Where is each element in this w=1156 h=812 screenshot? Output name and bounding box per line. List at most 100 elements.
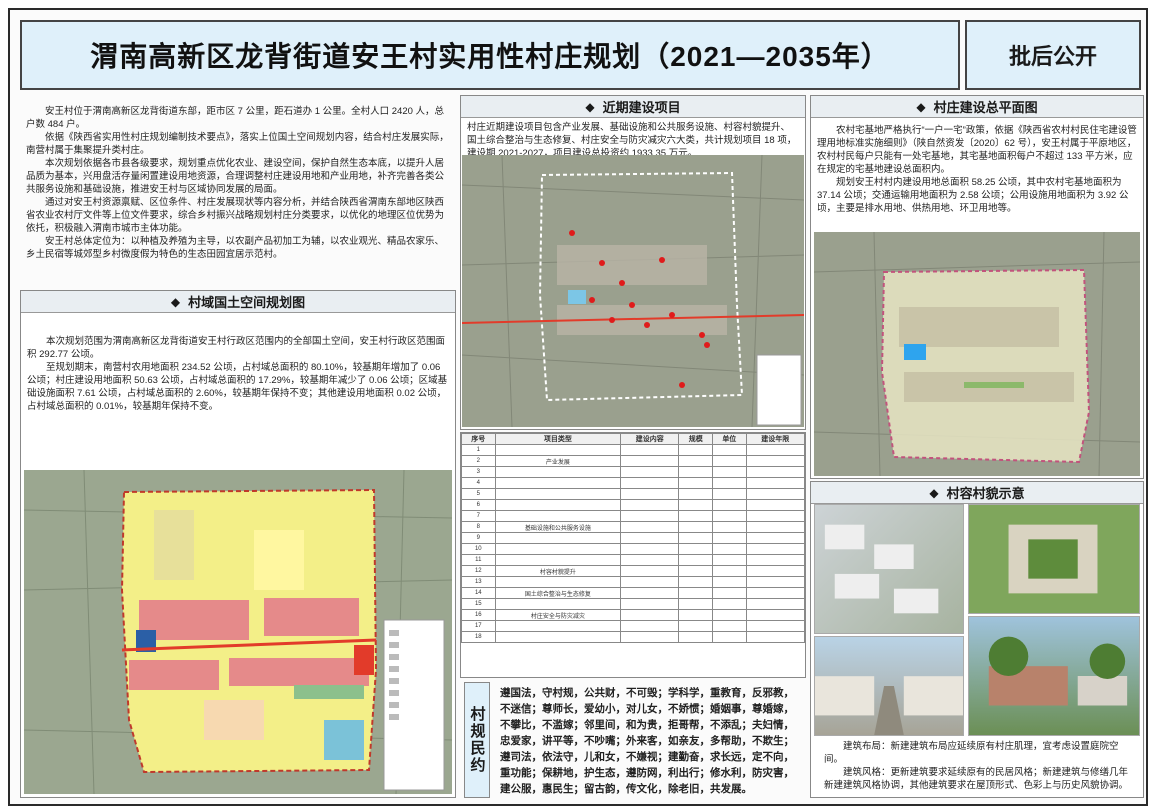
table-header: 单位 [712, 433, 747, 445]
table-row: 12 村容村貌提升 [461, 565, 805, 577]
table-cell [494, 477, 622, 489]
table-cell [494, 532, 622, 544]
land-use-map [24, 470, 452, 794]
table-header: 建设年限 [745, 433, 805, 445]
appearance-photo-street [814, 636, 964, 736]
table-row: 10 [461, 543, 805, 555]
arrow-icon: ◆ [916, 99, 926, 114]
layout-para-1: 农村宅基地严格执行“一户一宅”政策，依据《陕西省农村村民住宅建设管理用地标准实施… [817, 125, 1137, 175]
table-cell [745, 620, 805, 632]
table-row: 4 [461, 477, 805, 489]
table-header: 建设内容 [620, 433, 680, 445]
table-row: 6 [461, 499, 805, 511]
table-cell: 13 [461, 576, 496, 588]
table-cell [620, 499, 680, 511]
table-row: 1 [461, 444, 805, 456]
table-row: 5 [461, 488, 805, 500]
table-cell [678, 488, 714, 500]
layout-plan-map [814, 232, 1140, 476]
intro-para-4: 通过对安王村资源禀赋、区位条件、村庄发展现状等内容分析，并结合陕西省渭南东部地区… [26, 197, 445, 234]
appearance-text: 建筑布局：新建建筑布局应延续原有村庄肌理，宜考虑设置庭院空间。 建筑风格：更新建… [814, 738, 1140, 796]
land-para-1: 本次规划范围为渭南高新区龙背街道安王村行政区范围内的全部国土空间，安王村行政区范… [27, 336, 446, 360]
table-cell [678, 499, 714, 511]
table-cell: 3 [461, 466, 496, 478]
table-cell: 国土综合整治与生态修复 [494, 587, 622, 599]
table-cell [745, 444, 805, 456]
table-cell [620, 455, 680, 467]
table-cell [678, 543, 714, 555]
table-cell [745, 477, 805, 489]
table-cell [678, 598, 714, 610]
table-cell [745, 510, 805, 522]
arrow-icon: ◆ [170, 294, 181, 309]
table-cell [678, 576, 714, 588]
layout-heading: ◆ 村庄建设总平面图 [811, 96, 1143, 118]
table-header: 规模 [678, 433, 714, 445]
table-cell [678, 631, 714, 643]
table-cell [620, 521, 680, 533]
appearance-photo-aerial [814, 504, 964, 634]
table-cell [620, 609, 680, 621]
table-header: 序号 [461, 433, 496, 445]
table-cell: 5 [461, 488, 496, 500]
appearance-para-1: 建筑布局：新建建筑布局应延续原有村庄肌理，宜考虑设置庭院空间。 [824, 741, 1119, 765]
table-cell: 14 [461, 587, 496, 599]
table-cell [494, 499, 622, 511]
intro-para-5: 安王村总体定位为：以种植及养殖为主导，以农副产品初加工为辅，以农业观光、精品农家… [26, 236, 445, 260]
table-cell: 11 [461, 554, 496, 566]
recent-heading: ◆ 近期建设项目 [461, 96, 805, 118]
table-cell [745, 543, 805, 555]
table-cell [620, 543, 680, 555]
appearance-para-2: 建筑风格：更新建筑要求延续原有的民居风格；新建建筑与修缮几年新建建筑风格协调，其… [824, 767, 1129, 791]
table-cell: 18 [461, 631, 496, 643]
table-cell: 村庄安全与防灾减灾 [494, 609, 622, 621]
arrow-icon: ◆ [929, 485, 939, 500]
table-row: 17 [461, 620, 805, 632]
table-cell: 1 [461, 444, 496, 456]
table-cell [620, 488, 680, 500]
table-cell: 2 [461, 455, 496, 467]
table-cell [745, 565, 805, 577]
table-row: 14 国土综合整治与生态修复 [461, 587, 805, 599]
table-cell: 10 [461, 543, 496, 555]
table-cell [712, 444, 747, 456]
table-cell [678, 455, 714, 467]
table-cell [620, 444, 680, 456]
table-cell: 产业发展 [494, 455, 622, 467]
table-cell [620, 565, 680, 577]
table-row: 15 [461, 598, 805, 610]
table-cell [494, 444, 622, 456]
table-cell [620, 631, 680, 643]
intro-para-1: 安王村位于渭南高新区龙背街道东部，距市区 7 公里，距石道办 1 公里。全村人口… [26, 106, 445, 130]
table-cell [678, 444, 714, 456]
table-row: 11 [461, 554, 805, 566]
table-cell [620, 466, 680, 478]
table-cell: 村容村貌提升 [494, 565, 622, 577]
page-title: 渭南高新区龙背街道安王村实用性村庄规划（2021—2035年） [90, 41, 890, 72]
table-cell: 基础设施和公共服务设施 [494, 521, 622, 533]
table-header: 项目类型 [494, 433, 622, 445]
table-cell [678, 565, 714, 577]
table-cell [678, 521, 714, 533]
table-cell [494, 576, 622, 588]
table-cell [712, 477, 747, 489]
table-cell [712, 521, 747, 533]
table-row: 18 [461, 631, 805, 643]
projects-table: 序号 项目类型 建设内容 规模 单位 建设年限 1 2 产业发展 3 4 5 6 7 8 基础设施… [461, 433, 805, 643]
table-cell [745, 488, 805, 500]
table-cell [620, 620, 680, 632]
table-cell [712, 565, 747, 577]
layout-para-2: 规划安王村村内建设用地总面积 58.25 公顷，其中农村宅基地面积为 37.14… [817, 177, 1129, 214]
table-cell [712, 455, 747, 467]
table-cell [494, 631, 622, 643]
table-row: 16 村庄安全与防灾减灾 [461, 609, 805, 621]
intro-para-3: 本次规划依据各市县各级要求，规划重点优化农业、建设空间，保护自然生态本底，以提升… [26, 158, 445, 195]
table-cell: 7 [461, 510, 496, 522]
table-cell [712, 631, 747, 643]
table-row: 3 [461, 466, 805, 478]
table-cell [712, 532, 747, 544]
appearance-photo-trees [968, 616, 1140, 736]
table-cell [745, 466, 805, 478]
table-row: 2 产业发展 [461, 455, 805, 467]
title-bar: 渭南高新区龙背街道安王村实用性村庄规划（2021—2035年） [20, 20, 960, 90]
